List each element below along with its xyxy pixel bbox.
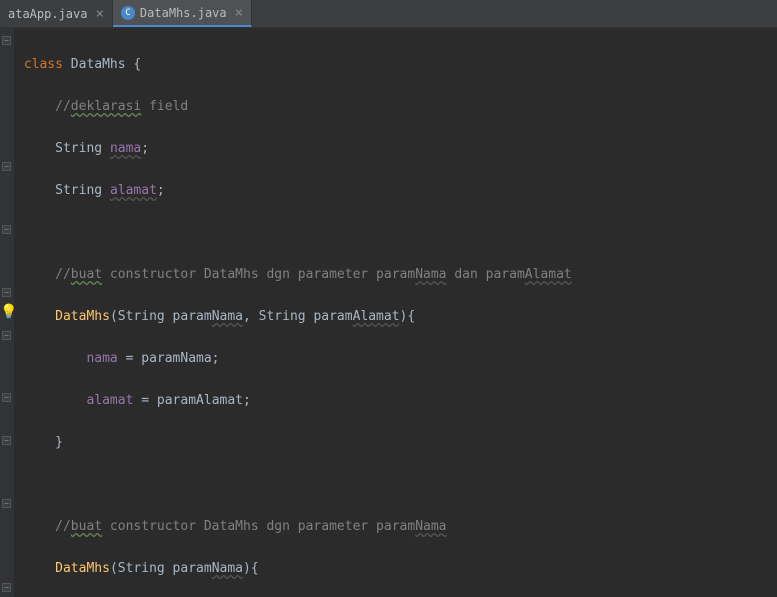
fold-icon[interactable]: − [2,499,11,508]
fold-icon[interactable]: − [2,436,11,445]
code-area[interactable]: class DataMhs { //deklarasi field String… [14,28,777,597]
fold-icon[interactable]: − [2,36,11,45]
close-icon[interactable]: × [235,5,243,21]
tab-file-2[interactable]: C DataMhs.java × [113,0,252,27]
tab-label: ataApp.java [8,7,87,21]
fold-icon[interactable]: − [2,393,11,402]
fold-icon[interactable]: − [2,331,11,340]
editor-tabs: ataApp.java × C DataMhs.java × [0,0,777,28]
gutter[interactable]: − − − − 💡 − − − − − [0,28,14,597]
editor-area: − − − − 💡 − − − − − class DataMhs { //de… [0,28,777,597]
tab-file-1[interactable]: ataApp.java × [0,0,113,27]
tab-label: DataMhs.java [140,6,227,20]
close-icon[interactable]: × [95,6,103,22]
fold-icon[interactable]: − [2,225,11,234]
fold-icon[interactable]: − [2,583,11,592]
fold-icon[interactable]: − [2,162,11,171]
class-icon: C [121,6,135,20]
fold-icon[interactable]: − [2,288,11,297]
